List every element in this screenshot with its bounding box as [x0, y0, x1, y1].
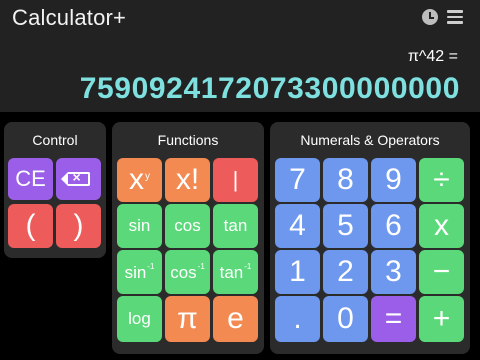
digit-4-button[interactable]: 4: [275, 204, 320, 248]
digit-3-label: 3: [385, 255, 402, 288]
minus-button[interactable]: −: [419, 250, 464, 294]
atan-button[interactable]: tan-1: [213, 250, 258, 294]
control-panel: Control CE ( ): [4, 122, 106, 258]
equals-label: =: [384, 302, 403, 335]
backspace-icon: [60, 169, 90, 186]
decimal-point-label: .: [293, 302, 302, 335]
result-text: 7590924172073300000000: [79, 72, 460, 105]
top-bar: Calculator+: [0, 0, 480, 36]
factorial-button[interactable]: x!: [165, 158, 210, 202]
atan-label: tan-1: [219, 261, 252, 282]
cos-label: cos: [174, 216, 201, 235]
divide-label: ÷: [433, 163, 450, 196]
numerals-panel: Numerals & Operators 7 8 9 ÷ 4 5 6 x 1 2…: [270, 122, 470, 354]
multiply-button[interactable]: x: [419, 204, 464, 248]
acos-label: cos-1: [170, 261, 205, 282]
tan-label: tan: [223, 216, 248, 235]
digit-8-button[interactable]: 8: [323, 158, 368, 202]
asin-button[interactable]: sin-1: [117, 250, 162, 294]
plus-label: +: [432, 302, 451, 335]
clear-entry-button[interactable]: CE: [8, 158, 53, 200]
multiply-label: x: [434, 209, 449, 242]
digit-2-button[interactable]: 2: [323, 250, 368, 294]
digit-3-button[interactable]: 3: [371, 250, 416, 294]
digit-0-label: 0: [337, 302, 354, 335]
backspace-button[interactable]: [56, 158, 101, 200]
digit-7-label: 7: [289, 163, 306, 196]
digit-4-label: 4: [289, 209, 306, 242]
e-label: e: [227, 302, 244, 335]
app-title: Calculator+: [12, 5, 127, 30]
expression-text: π^42 =: [407, 48, 458, 65]
decimal-point-button[interactable]: .: [275, 296, 320, 342]
e-button[interactable]: e: [213, 296, 258, 342]
sin-button[interactable]: sin: [117, 204, 162, 248]
control-panel-title: Control: [32, 132, 78, 148]
abs-button[interactable]: |: [213, 158, 258, 202]
functions-panel-title: Functions: [157, 132, 219, 148]
digit-6-label: 6: [385, 209, 402, 242]
power-button[interactable]: xy: [117, 158, 162, 202]
minus-label: −: [432, 255, 451, 288]
digit-1-label: 1: [289, 255, 306, 288]
digit-2-label: 2: [337, 255, 354, 288]
clear-entry-label: CE: [15, 166, 46, 191]
acos-button[interactable]: cos-1: [165, 250, 210, 294]
plus-button[interactable]: +: [419, 296, 464, 342]
open-paren-label: (: [25, 209, 36, 242]
tan-button[interactable]: tan: [213, 204, 258, 248]
digit-9-label: 9: [385, 163, 402, 196]
factorial-label: x!: [175, 163, 200, 196]
digit-6-button[interactable]: 6: [371, 204, 416, 248]
pi-button[interactable]: π: [165, 296, 210, 342]
divide-button[interactable]: ÷: [419, 158, 464, 202]
open-paren-button[interactable]: (: [8, 204, 53, 248]
pi-label: π: [177, 302, 198, 335]
menu-icon[interactable]: [447, 10, 463, 24]
digit-5-button[interactable]: 5: [323, 204, 368, 248]
log-label: log: [128, 309, 151, 328]
asin-label: sin-1: [124, 261, 155, 282]
equals-button[interactable]: =: [371, 296, 416, 342]
digit-8-label: 8: [337, 163, 354, 196]
functions-panel: Functions xy x! | sin cos tan sin-1 cos-…: [112, 122, 264, 354]
digit-9-button[interactable]: 9: [371, 158, 416, 202]
abs-label: |: [232, 167, 239, 192]
digit-7-button[interactable]: 7: [275, 158, 320, 202]
sin-label: sin: [128, 216, 151, 235]
cos-button[interactable]: cos: [165, 204, 210, 248]
history-icon[interactable]: [422, 9, 438, 25]
display-area: π^42 = 7590924172073300000000: [0, 36, 480, 112]
digit-5-label: 5: [337, 209, 354, 242]
close-paren-label: ): [73, 209, 84, 242]
log-button[interactable]: log: [117, 296, 162, 342]
power-label: xy: [129, 163, 150, 196]
digit-0-button[interactable]: 0: [323, 296, 368, 342]
digit-1-button[interactable]: 1: [275, 250, 320, 294]
numerals-panel-title: Numerals & Operators: [300, 132, 440, 148]
close-paren-button[interactable]: ): [56, 204, 101, 248]
